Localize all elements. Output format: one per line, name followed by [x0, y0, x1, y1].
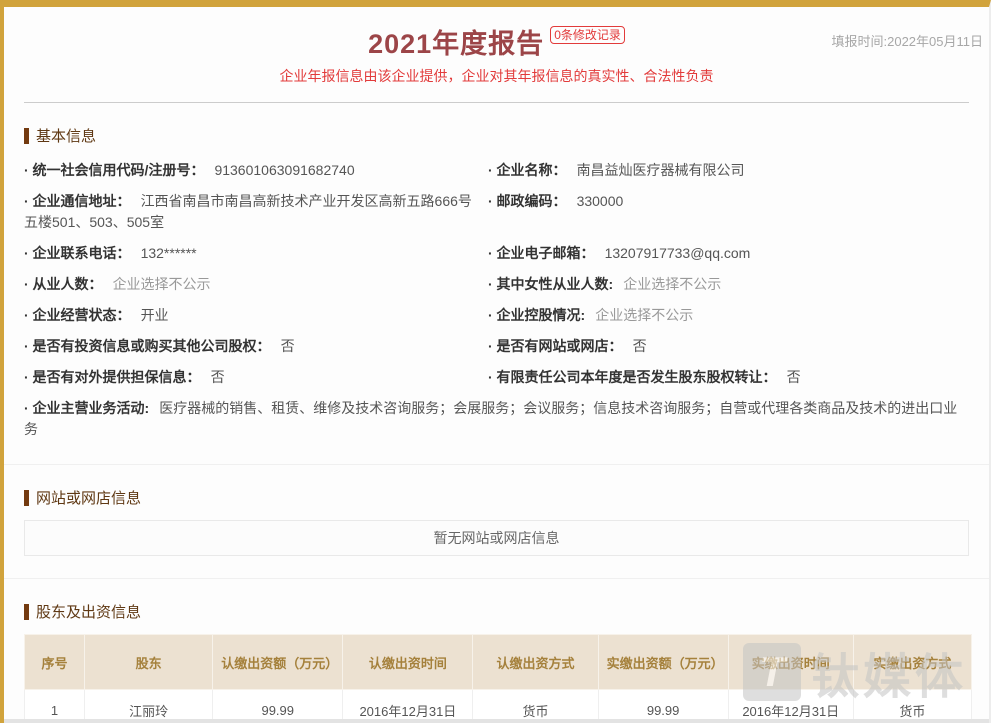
field-label: · 企业控股情况: [488, 307, 585, 323]
section-title-website: 网站或网店信息 [36, 487, 141, 508]
field-female-employees: · 其中女性从业人数: 企业选择不公示 [488, 272, 969, 297]
field-value: 开业 [141, 307, 169, 323]
field-value: 913601063091682740 [214, 162, 354, 178]
field-value: 企业选择不公示 [595, 307, 693, 323]
report-subtitle: 企业年报信息由该企业提供，企业对其年报信息的真实性、合法性负责 [4, 66, 989, 102]
field-employees: · 从业人数： 企业选择不公示 [24, 272, 476, 297]
col-header-shareholder: 股东 [85, 635, 213, 690]
col-header-paid-amount: 实缴出资额（万元） [598, 635, 728, 690]
section-title-shareholders: 股东及出资信息 [36, 601, 141, 622]
field-label: · 企业名称： [488, 162, 567, 178]
edit-records-badge[interactable]: 0条修改记录 [550, 26, 625, 44]
header-divider [24, 102, 969, 103]
field-value: 否 [281, 338, 295, 354]
col-header-subscribed-method: 认缴出资方式 [473, 635, 598, 690]
annual-report-page: 填报时间:2022年05月11日 2021年度报告 0条修改记录 企业年报信息由该… [0, 0, 991, 723]
field-address: · 企业通信地址：江西省南昌市南昌高新技术产业开发区高新五路666号五楼501、… [24, 189, 476, 235]
field-value: 企业选择不公示 [623, 276, 721, 292]
field-label: · 企业通信地址： [24, 193, 131, 209]
fill-time: 填报时间:2022年05月11日 [832, 31, 984, 50]
col-header-subscribed-amount: 认缴出资额（万元） [213, 635, 343, 690]
field-label: · 有限责任公司本年度是否发生股东股权转让： [488, 369, 777, 385]
page-title: 2021年度报告 [368, 29, 544, 59]
field-label: · 企业电子邮箱： [488, 245, 595, 261]
field-email: · 企业电子邮箱： 13207917733@qq.com [488, 241, 969, 266]
field-label: · 邮政编码： [488, 193, 567, 209]
field-phone: · 企业联系电话： 132****** [24, 241, 476, 266]
field-main-business: · 企业主营业务活动:医疗器械的销售、租赁、维修及技术咨询服务；会展服务；会议服… [24, 396, 969, 442]
field-label: · 其中女性从业人数: [488, 276, 613, 292]
section-marker-icon [24, 128, 29, 144]
field-label: · 企业主营业务活动: [24, 400, 149, 416]
col-header-paid-date: 实缴出资时间 [728, 635, 853, 690]
section-header-shareholders: 股东及出资信息 [24, 601, 969, 622]
report-header: 填报时间:2022年05月11日 2021年度报告 0条修改记录 企业年报信息由该… [4, 7, 989, 103]
field-label: · 从业人数： [24, 276, 103, 292]
field-has-website: · 是否有网站或网店： 否 [488, 334, 969, 359]
field-holding-status: · 企业控股情况: 企业选择不公示 [488, 303, 969, 328]
field-label: · 企业经营状态： [24, 307, 131, 323]
field-operating-status: · 企业经营状态： 开业 [24, 303, 476, 328]
field-equity-transfer: · 有限责任公司本年度是否发生股东股权转让： 否 [488, 365, 969, 390]
field-guarantee-info: · 是否有对外提供担保信息： 否 [24, 365, 476, 390]
field-value: 否 [633, 338, 647, 354]
table-header-row: 序号 股东 认缴出资额（万元） 认缴出资时间 认缴出资方式 实缴出资额（万元） … [25, 635, 972, 690]
section-marker-icon [24, 490, 29, 506]
field-label: · 是否有网站或网店： [488, 338, 623, 354]
table-row: 1 江丽玲 99.99 2016年12月31日 货币 99.99 2016年12… [25, 690, 972, 723]
cell-subscribed-amount: 99.99 [213, 690, 343, 723]
shareholders-table: 序号 股东 认缴出资额（万元） 认缴出资时间 认缴出资方式 实缴出资额（万元） … [24, 634, 972, 723]
cell-paid-method: 货币 [853, 690, 971, 723]
field-value: 否 [211, 369, 225, 385]
field-value: 否 [787, 369, 801, 385]
field-label: · 是否有对外提供担保信息： [24, 369, 201, 385]
field-value: 企业选择不公示 [113, 276, 211, 292]
section-separator [4, 578, 989, 579]
field-company-name: · 企业名称： 南昌益灿医疗器械有限公司 [488, 158, 969, 183]
field-value: 330000 [577, 193, 624, 209]
cell-index: 1 [25, 690, 85, 723]
field-postcode: · 邮政编码： 330000 [488, 189, 969, 235]
cell-subscribed-date: 2016年12月31日 [343, 690, 473, 723]
cell-subscribed-method: 货币 [473, 690, 598, 723]
website-empty-text: 暂无网站或网店信息 [434, 528, 560, 548]
field-label: · 统一社会信用代码/注册号： [24, 162, 204, 178]
field-investment-info: · 是否有投资信息或购买其他公司股权： 否 [24, 334, 476, 359]
section-header-basic-info: 基本信息 [24, 125, 969, 146]
cell-shareholder: 江丽玲 [85, 690, 213, 723]
basic-info-grid: · 统一社会信用代码/注册号： 913601063091682740 · 企业名称… [4, 158, 989, 442]
field-credit-code: · 统一社会信用代码/注册号： 913601063091682740 [24, 158, 476, 183]
field-value: 医疗器械的销售、租赁、维修及技术咨询服务；会展服务；会议服务；信息技术咨询服务；… [24, 400, 957, 437]
field-label: · 企业联系电话： [24, 245, 131, 261]
section-header-website: 网站或网店信息 [24, 487, 969, 508]
website-empty-box: 暂无网站或网店信息 [24, 520, 969, 556]
title-line: 2021年度报告 0条修改记录 [368, 22, 625, 61]
field-value: 南昌益灿医疗器械有限公司 [577, 162, 745, 178]
section-separator [4, 464, 989, 465]
field-label: · 是否有投资信息或购买其他公司股权： [24, 338, 271, 354]
window-bottom-edge [4, 719, 989, 723]
col-header-paid-method: 实缴出资方式 [853, 635, 971, 690]
cell-paid-date: 2016年12月31日 [728, 690, 853, 723]
field-value: 13207917733@qq.com [605, 245, 751, 261]
section-marker-icon [24, 604, 29, 620]
cell-paid-amount: 99.99 [598, 690, 728, 723]
col-header-index: 序号 [25, 635, 85, 690]
field-value: 132****** [141, 245, 197, 261]
section-title-basic-info: 基本信息 [36, 125, 96, 146]
col-header-subscribed-date: 认缴出资时间 [343, 635, 473, 690]
